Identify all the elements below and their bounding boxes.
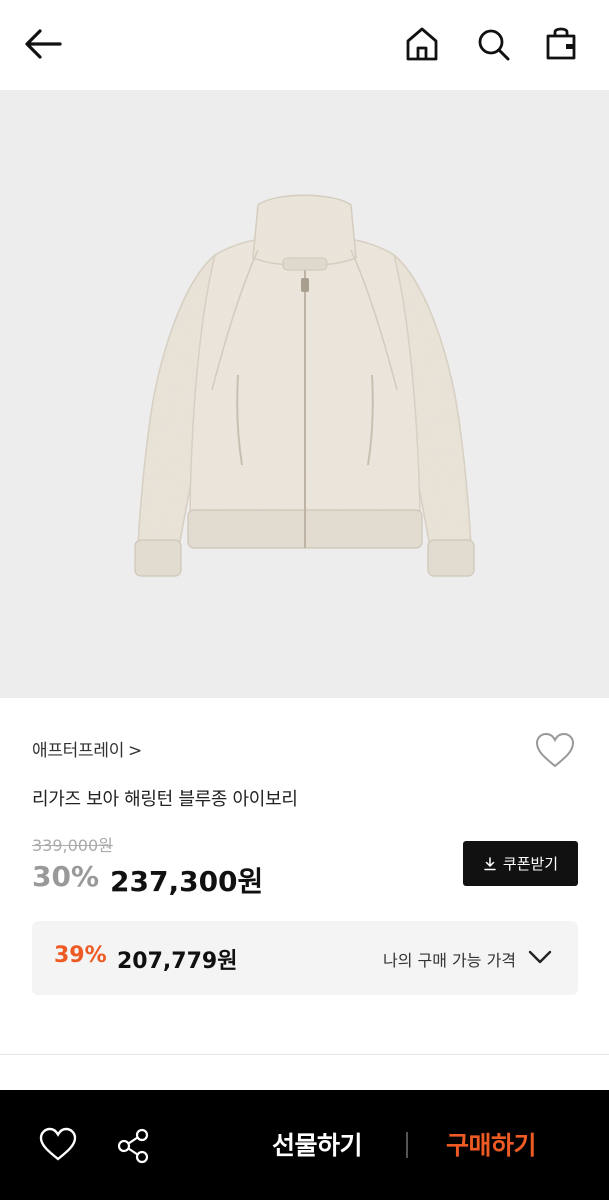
- coupon-label: 쿠폰받기: [502, 855, 559, 873]
- product-image[interactable]: [0, 90, 609, 698]
- jacket-illustration: [134, 194, 475, 577]
- button-separator: [406, 1132, 408, 1158]
- back-button[interactable]: [20, 24, 68, 64]
- my-price: 207,779원: [117, 949, 238, 974]
- chevron-right-icon: >: [128, 741, 142, 761]
- product-name: 리가즈 보아 해링턴 블루종 아이보리: [32, 789, 298, 810]
- top-nav-bar: [0, 0, 609, 90]
- heart-icon: [535, 732, 575, 768]
- gift-button[interactable]: 선물하기: [272, 1126, 363, 1162]
- search-button[interactable]: [472, 22, 514, 66]
- original-price: 339,000원: [32, 836, 113, 855]
- search-icon: [478, 29, 510, 61]
- chevron-down-icon: [528, 950, 552, 964]
- home-button[interactable]: [402, 22, 442, 66]
- brand-name: 애프터프레이: [32, 741, 125, 761]
- section-divider: [0, 1054, 609, 1055]
- discount-rate: 30%: [32, 860, 100, 893]
- heart-icon: [39, 1127, 77, 1161]
- my-discount-rate: 39%: [54, 943, 107, 968]
- home-icon: [406, 27, 438, 61]
- coupon-download-button[interactable]: 쿠폰받기: [463, 841, 578, 886]
- brand-link[interactable]: 애프터프레이 >: [32, 736, 142, 761]
- my-price-label: 나의 구매 가능 가격: [383, 951, 517, 970]
- shopping-bag-icon: [546, 27, 576, 60]
- bottom-action-bar: 선물하기 구매하기: [0, 1090, 609, 1200]
- wishlist-button[interactable]: [534, 732, 576, 770]
- cart-button[interactable]: [540, 22, 582, 66]
- like-button[interactable]: [38, 1127, 78, 1163]
- share-icon: [117, 1128, 149, 1164]
- download-icon: [484, 856, 496, 870]
- sale-price: 237,300원: [110, 865, 264, 898]
- buy-button[interactable]: 구매하기: [446, 1126, 537, 1162]
- arrow-left-icon: [25, 29, 62, 59]
- my-price-dropdown[interactable]: 39% 207,779원 나의 구매 가능 가격: [32, 921, 578, 995]
- share-button[interactable]: [114, 1126, 154, 1166]
- product-info: 애프터프레이 > 리가즈 보아 해링턴 블루종 아이보리 339,000원 30%…: [0, 698, 609, 1054]
